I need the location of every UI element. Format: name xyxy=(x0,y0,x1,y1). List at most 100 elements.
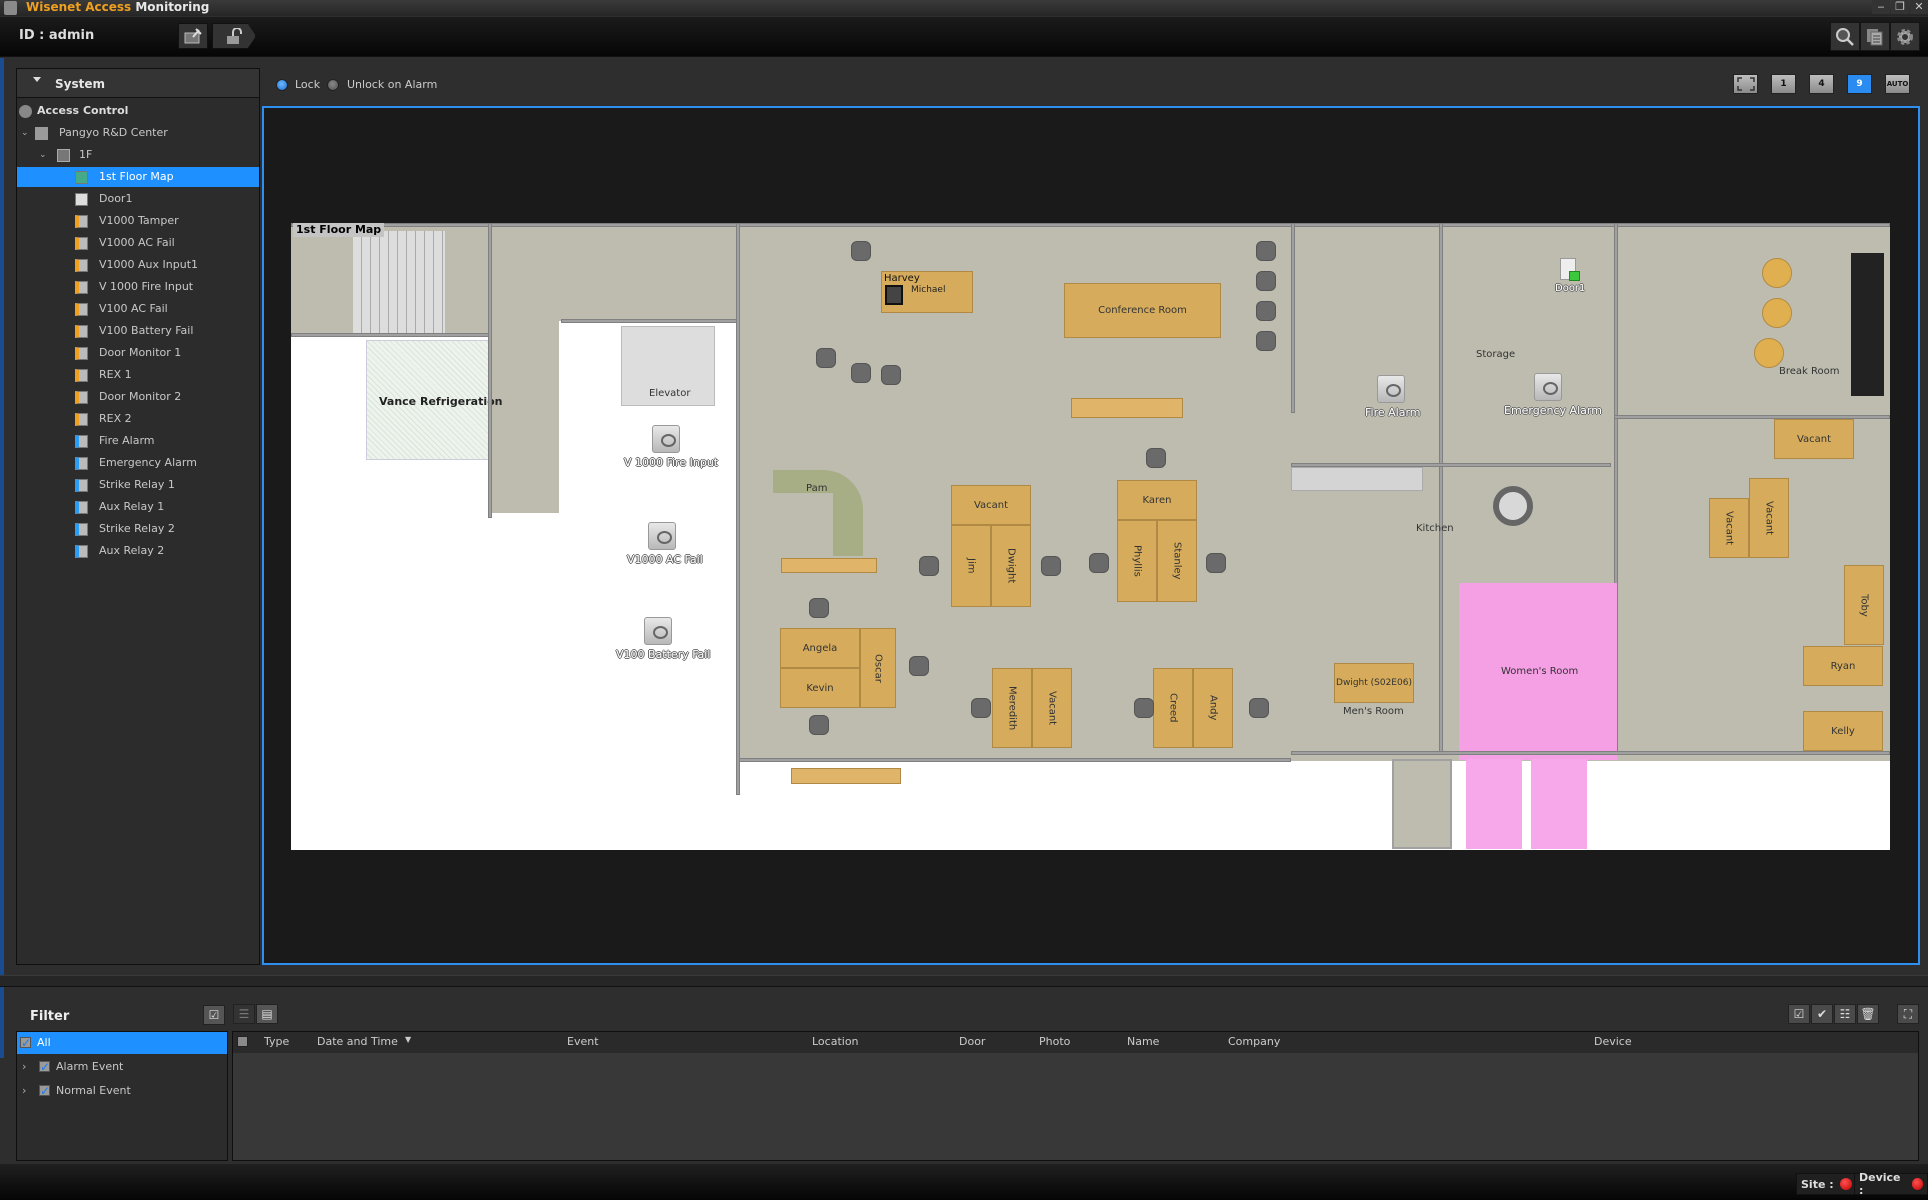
filter-label: Normal Event xyxy=(56,1084,131,1097)
tree-item-strike-relay-1[interactable]: Strike Relay 1 xyxy=(17,475,259,495)
floor-map[interactable]: Vance Refrigeration Elevator Harvey Mich… xyxy=(291,223,1890,850)
search-button[interactable] xyxy=(1830,22,1860,51)
log-button[interactable] xyxy=(1860,22,1890,51)
chevron-right-icon[interactable]: › xyxy=(22,1056,26,1078)
system-header[interactable]: System xyxy=(17,69,259,98)
tree-item-strike-relay-2[interactable]: Strike Relay 2 xyxy=(17,519,259,539)
column-event[interactable]: Event xyxy=(567,1035,599,1048)
layout-4-button[interactable]: 4 xyxy=(1809,74,1834,94)
map-icon xyxy=(75,171,88,184)
desk-label: Ryan xyxy=(1830,660,1856,672)
sort-desc-icon[interactable]: ▼ xyxy=(405,1035,411,1044)
filter-item-all[interactable]: All xyxy=(17,1032,227,1054)
list-view-button[interactable]: ☰ xyxy=(233,1004,255,1024)
break-table xyxy=(1762,258,1792,288)
restore-button[interactable]: ❐ xyxy=(1891,0,1909,14)
room-label-elevator: Elevator xyxy=(649,388,691,399)
check-button[interactable]: ☑ xyxy=(1788,1004,1810,1024)
tree-label: V1000 Aux Input1 xyxy=(99,258,198,271)
desk-vacant-3: Vacant xyxy=(1774,419,1854,459)
unlock-button[interactable] xyxy=(212,23,256,49)
device-v1000-ac-fail[interactable] xyxy=(648,522,676,550)
minimize-button[interactable]: ‒ xyxy=(1872,0,1890,14)
tree-item-v100-ac-fail[interactable]: V100 AC Fail xyxy=(17,299,259,319)
filter-check-all-button[interactable]: ☑ xyxy=(203,1005,225,1025)
splitter[interactable] xyxy=(0,975,1928,987)
layout-auto-button[interactable]: AUTO xyxy=(1885,74,1910,94)
building-icon xyxy=(35,127,48,140)
acknowledge-button[interactable]: ✔ xyxy=(1811,1004,1833,1024)
column-location[interactable]: Location xyxy=(812,1035,859,1048)
unlock-on-alarm-label: Unlock on Alarm xyxy=(347,78,438,91)
tree-item-aux-relay-1[interactable]: Aux Relay 1 xyxy=(17,497,259,517)
tree-item-fire-alarm[interactable]: Fire Alarm xyxy=(17,431,259,451)
delete-button[interactable]: 🗑 xyxy=(1857,1004,1879,1024)
desk-label: Karen xyxy=(1142,494,1172,506)
select-all-checkbox[interactable] xyxy=(237,1036,248,1047)
tree-label: Access Control xyxy=(37,104,129,117)
unlock-on-alarm-radio[interactable] xyxy=(327,79,339,91)
tree-label: V100 AC Fail xyxy=(99,302,168,315)
checkbox[interactable] xyxy=(39,1056,50,1078)
tree-item-1st-floor-map[interactable]: 1st Floor Map xyxy=(17,167,259,187)
fit-view-button[interactable] xyxy=(1733,74,1758,94)
device-status-label: Device : xyxy=(1859,1171,1901,1197)
tree-item-v1000-tamper[interactable]: V1000 Tamper xyxy=(17,211,259,231)
device-v100-battery-fail[interactable] xyxy=(644,617,672,645)
device-fire-alarm[interactable] xyxy=(1377,375,1405,403)
column-name[interactable]: Name xyxy=(1127,1035,1159,1048)
desk-dwight-s02e06: Dwight (S02E06) xyxy=(1334,663,1414,703)
column-door[interactable]: Door xyxy=(959,1035,985,1048)
chevron-down-icon[interactable]: ⌄ xyxy=(39,145,47,165)
tree-item-v-1000-fire-input[interactable]: V 1000 Fire Input xyxy=(17,277,259,297)
check-list-button[interactable]: ☷ xyxy=(1834,1004,1856,1024)
kitchen-counter xyxy=(1291,467,1423,491)
tree-label: Aux Relay 1 xyxy=(99,500,165,513)
device-v1000-fire-input[interactable] xyxy=(652,425,680,453)
tree-item-rex-1[interactable]: REX 1 xyxy=(17,365,259,385)
chevron-right-icon[interactable]: › xyxy=(22,1080,26,1102)
filter-label: Alarm Event xyxy=(56,1060,124,1073)
column-type[interactable]: Type xyxy=(264,1035,289,1048)
tree-item-access-control[interactable]: Access Control xyxy=(17,101,259,121)
column-device[interactable]: Device xyxy=(1594,1035,1632,1048)
layout-9-button[interactable]: 9 xyxy=(1847,74,1872,94)
device-status-led-icon xyxy=(1911,1178,1923,1190)
close-button[interactable]: ✕ xyxy=(1910,0,1928,14)
room-label-kitchen: Kitchen xyxy=(1416,523,1454,534)
tree-item-door1[interactable]: Door1 xyxy=(17,189,259,209)
layout-1-button[interactable]: 1 xyxy=(1771,74,1796,94)
tree-item-v1000-aux-input1[interactable]: V1000 Aux Input1 xyxy=(17,255,259,275)
room-label-break: Break Room xyxy=(1779,366,1840,377)
tree-item-v1000-ac-fail[interactable]: V1000 AC Fail xyxy=(17,233,259,253)
device-emergency-alarm[interactable] xyxy=(1534,373,1562,401)
tree-item-door-monitor-2[interactable]: Door Monitor 2 xyxy=(17,387,259,407)
tree-item-door-monitor-1[interactable]: Door Monitor 1 xyxy=(17,343,259,363)
settings-button[interactable] xyxy=(1890,22,1920,51)
tree-item-aux-relay-2[interactable]: Aux Relay 2 xyxy=(17,541,259,561)
tree-item-floor[interactable]: ⌄ 1F xyxy=(17,145,259,165)
column-date-time[interactable]: Date and Time xyxy=(317,1035,398,1048)
lock-radio[interactable] xyxy=(276,79,288,91)
collapse-arrow-icon xyxy=(33,77,41,82)
tree-item-v100-battery-fail[interactable]: V100 Battery Fail xyxy=(17,321,259,341)
input-icon xyxy=(75,325,88,338)
tree-item-emergency-alarm[interactable]: Emergency Alarm xyxy=(17,453,259,473)
checkbox[interactable] xyxy=(20,1032,31,1054)
device-label: V1000 AC Fail xyxy=(627,553,703,566)
column-company[interactable]: Company xyxy=(1228,1035,1280,1048)
wall xyxy=(739,758,1291,762)
header-bar: ID : admin xyxy=(0,17,1928,57)
title-rest: Monitoring xyxy=(131,0,210,14)
checkbox[interactable] xyxy=(39,1080,50,1102)
filter-item-alarm-event[interactable]: › Alarm Event xyxy=(17,1056,227,1078)
chevron-down-icon[interactable]: ⌄ xyxy=(21,123,29,143)
pin-button[interactable] xyxy=(178,23,208,49)
column-photo[interactable]: Photo xyxy=(1039,1035,1070,1048)
detail-view-button[interactable]: ▤ xyxy=(256,1004,278,1024)
input-icon xyxy=(75,237,88,250)
tree-item-rex-2[interactable]: REX 2 xyxy=(17,409,259,429)
filter-item-normal-event[interactable]: › Normal Event xyxy=(17,1080,227,1102)
tree-item-site[interactable]: ⌄ Pangyo R&D Center xyxy=(17,123,259,143)
detach-panel-button[interactable]: ⛶ xyxy=(1897,1004,1919,1024)
